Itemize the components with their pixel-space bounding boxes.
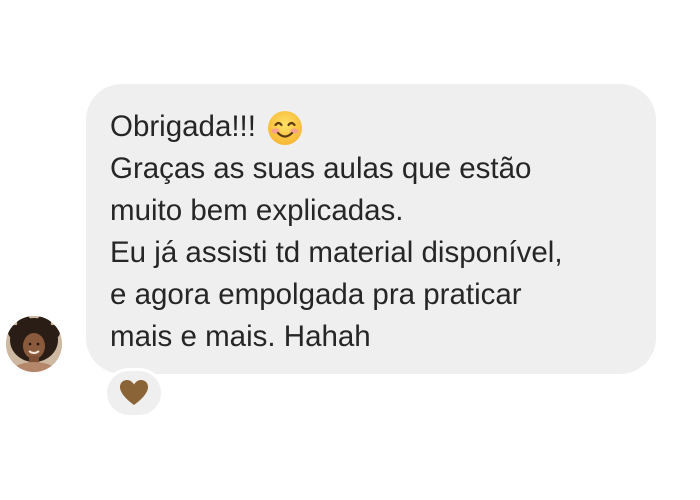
message-line: Obrigada!!! (110, 106, 632, 148)
message-line: e agora empolgada pra praticar (110, 278, 522, 311)
message-bubble[interactable]: Obrigada!!! Graças as suas aulas que est… (86, 84, 656, 374)
message-line: mais e mais. Hahah (110, 320, 371, 353)
avatar-image (6, 316, 62, 372)
message-line-text: Obrigada!!! (110, 110, 256, 143)
message-line: Graças as suas aulas que estão (110, 152, 532, 185)
message-line: Eu já assisti td material disponível, (110, 236, 563, 269)
message-line: muito bem explicadas. (110, 194, 404, 227)
smiling-face-emoji-icon (266, 109, 304, 147)
heart-icon (120, 380, 148, 405)
message-row: Obrigada!!! Graças as suas aulas que est… (0, 0, 700, 500)
reaction-badge[interactable] (104, 368, 164, 418)
avatar[interactable] (6, 316, 62, 372)
